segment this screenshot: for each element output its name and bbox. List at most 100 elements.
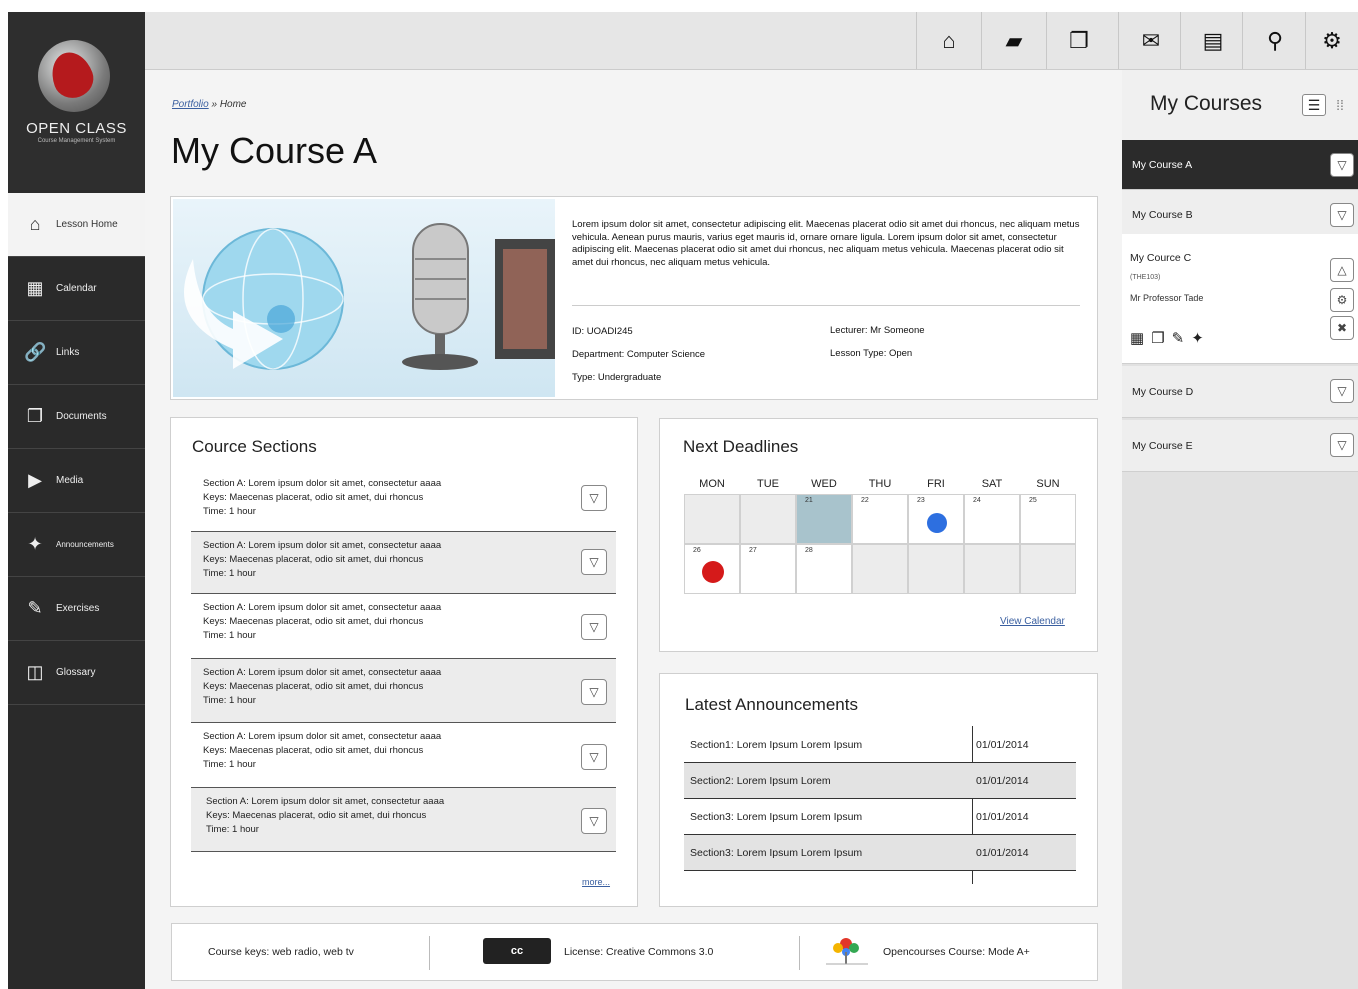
home-button[interactable]: ⌂: [916, 12, 981, 69]
deadline-dot-icon[interactable]: [702, 561, 724, 583]
edit-icon[interactable]: ✎: [1172, 329, 1185, 347]
announcement-icon[interactable]: ✦: [1191, 329, 1204, 347]
license-text: License: Creative Commons 3.0: [564, 946, 714, 958]
collapse-button[interactable]: △: [1330, 258, 1354, 282]
sidebar-item-calendar[interactable]: ▦ Calendar: [8, 257, 145, 321]
announcement-row[interactable]: Section3: Lorem Ipsum Lorem Ipsum 01/01/…: [684, 835, 1076, 871]
chevron-down-icon: ▽: [1337, 384, 1347, 398]
course-item-a[interactable]: My Course A ▽: [1122, 140, 1358, 190]
sidebar-item-documents[interactable]: ❐ Documents: [8, 385, 145, 449]
calendar-day[interactable]: [908, 544, 964, 594]
calendar-day[interactable]: 23: [908, 494, 964, 544]
calendar-day[interactable]: [1020, 544, 1076, 594]
settings-button[interactable]: ⚙: [1305, 12, 1358, 69]
section-row[interactable]: Section A: Lorem ipsum dolor sit amet, c…: [191, 470, 616, 532]
chevron-down-icon: ▽: [1337, 158, 1347, 172]
calendar-day[interactable]: 25: [1020, 494, 1076, 544]
day-header: SUN: [1036, 478, 1060, 490]
calendar-day[interactable]: 22: [852, 494, 908, 544]
breadcrumb-link-portfolio[interactable]: Portfolio: [172, 99, 209, 110]
announcement-row[interactable]: Section3: Lorem Ipsum Lorem Ipsum 01/01/…: [684, 799, 1076, 835]
section-row-time: Time: 1 hour: [203, 506, 256, 517]
calendar-icon[interactable]: ▦: [1130, 329, 1144, 347]
list-icon: ☰: [1307, 96, 1321, 113]
sidebar-item-label: Announcements: [56, 540, 114, 549]
chevron-down-icon: ▽: [589, 750, 599, 764]
section-row-title: Section A: Lorem ipsum dolor sit amet, c…: [206, 796, 445, 807]
course-sections-title: Cource Sections: [192, 437, 317, 456]
expand-button[interactable]: ▽: [1330, 203, 1354, 227]
expand-button[interactable]: ▽: [581, 679, 607, 705]
section-row[interactable]: Section A: Lorem ipsum dolor sit amet, c…: [191, 788, 616, 852]
section-row-title: Section A: Lorem ipsum dolor sit amet, c…: [203, 540, 442, 551]
course-settings-button[interactable]: ⚙: [1330, 288, 1354, 312]
calendar-day-today[interactable]: 21: [796, 494, 852, 544]
sidebar-item-glossary[interactable]: ◫ Glossary: [8, 641, 145, 705]
logo[interactable]: OPEN CLASS Course Management System: [8, 12, 145, 190]
next-deadlines-title: Next Deadlines: [683, 437, 799, 456]
calendar-day[interactable]: 28: [796, 544, 852, 594]
more-link[interactable]: more...: [582, 877, 610, 887]
sidebar-item-media[interactable]: ▶ Media: [8, 449, 145, 513]
announcement-row[interactable]: Section1: Lorem Ipsum Lorem Ipsum 01/01/…: [684, 727, 1076, 763]
course-item-e[interactable]: My Course E ▽: [1122, 420, 1358, 472]
section-row[interactable]: Section A: Lorem ipsum dolor sit amet, c…: [191, 659, 616, 723]
opencourses-text: Opencourses Course: Mode A+: [883, 946, 1030, 958]
mail-icon: ✉: [1141, 27, 1161, 53]
calendar-day-number: 26: [693, 547, 701, 554]
day-header: SAT: [981, 478, 1003, 490]
link-icon: 🔗: [24, 342, 47, 362]
sidebar-item-links[interactable]: 🔗 Links: [8, 321, 145, 385]
expand-button[interactable]: ▽: [581, 808, 607, 834]
breadcrumb: Portfolio » Home: [172, 99, 247, 110]
course-item-c-expanded[interactable]: My Cource C (THE103) Mr Professor Tade ▦…: [1122, 234, 1358, 364]
search-button[interactable]: ⚲: [1242, 12, 1307, 69]
course-lesson-type: Lesson Type: Open: [830, 348, 913, 359]
grid-view-button[interactable]: ⁞⁞: [1330, 94, 1350, 116]
announcement-text: Section3: Lorem Ipsum Lorem Ipsum: [690, 810, 863, 823]
announcement-row[interactable]: Section2: Lorem Ipsum Lorem 01/01/2014: [684, 763, 1076, 799]
calendar-day[interactable]: 27: [740, 544, 796, 594]
sidebar-item-exercises[interactable]: ✎ Exercises: [8, 577, 145, 641]
calendar-day[interactable]: [740, 494, 796, 544]
folder-button[interactable]: ▰: [981, 12, 1046, 69]
creative-commons-icon[interactable]: cc: [483, 938, 551, 964]
mail-button[interactable]: ✉: [1118, 12, 1183, 69]
course-item-b[interactable]: My Course B ▽: [1122, 190, 1358, 240]
sidebar-item-lesson-home[interactable]: ⌂ Lesson Home: [8, 193, 145, 257]
list-view-button[interactable]: ☰: [1302, 94, 1326, 116]
sidebar-item-label: Calendar: [56, 283, 97, 294]
view-calendar-link[interactable]: View Calendar: [1000, 616, 1065, 627]
expand-button[interactable]: ▽: [581, 744, 607, 770]
section-row-title: Section A: Lorem ipsum dolor sit amet, c…: [203, 667, 442, 678]
sidebar-item-announcements[interactable]: ✦ Announcements: [8, 513, 145, 577]
deadline-dot-icon[interactable]: [927, 513, 947, 533]
section-row[interactable]: Section A: Lorem ipsum dolor sit amet, c…: [191, 594, 616, 659]
calendar-day[interactable]: 26: [684, 544, 740, 594]
globe-microphone-illustration: [184, 223, 555, 370]
calendar-day[interactable]: [852, 544, 908, 594]
list-button[interactable]: ▤: [1180, 12, 1245, 69]
calendar-day[interactable]: [684, 494, 740, 544]
expand-button[interactable]: ▽: [1330, 433, 1354, 457]
section-row[interactable]: Section A: Lorem ipsum dolor sit amet, c…: [191, 532, 616, 594]
documents-button[interactable]: ❐: [1046, 12, 1111, 69]
sidebar-item-label: Media: [56, 475, 84, 486]
expand-button[interactable]: ▽: [1330, 153, 1354, 177]
course-item-d[interactable]: My Course D ▽: [1122, 366, 1358, 418]
sidebar-item-label: Glossary: [56, 667, 96, 678]
documents-icon[interactable]: ❐: [1151, 329, 1164, 347]
remove-course-button[interactable]: ✖: [1330, 316, 1354, 340]
expand-button[interactable]: ▽: [581, 485, 607, 511]
expand-button[interactable]: ▽: [1330, 379, 1354, 403]
expand-button[interactable]: ▽: [581, 614, 607, 640]
calendar-day[interactable]: [964, 544, 1020, 594]
section-row-keys: Keys: Maecenas placerat, odio sit amet, …: [203, 616, 424, 627]
calendar-day[interactable]: 24: [964, 494, 1020, 544]
expand-button[interactable]: ▽: [581, 549, 607, 575]
course-quick-actions: ▦ ❐ ✎ ✦: [1130, 329, 1204, 347]
opencourses-logo-icon: [824, 934, 870, 970]
list-icon: ▤: [1202, 27, 1224, 53]
section-row-time: Time: 1 hour: [203, 759, 256, 770]
section-row[interactable]: Section A: Lorem ipsum dolor sit amet, c…: [191, 723, 616, 788]
